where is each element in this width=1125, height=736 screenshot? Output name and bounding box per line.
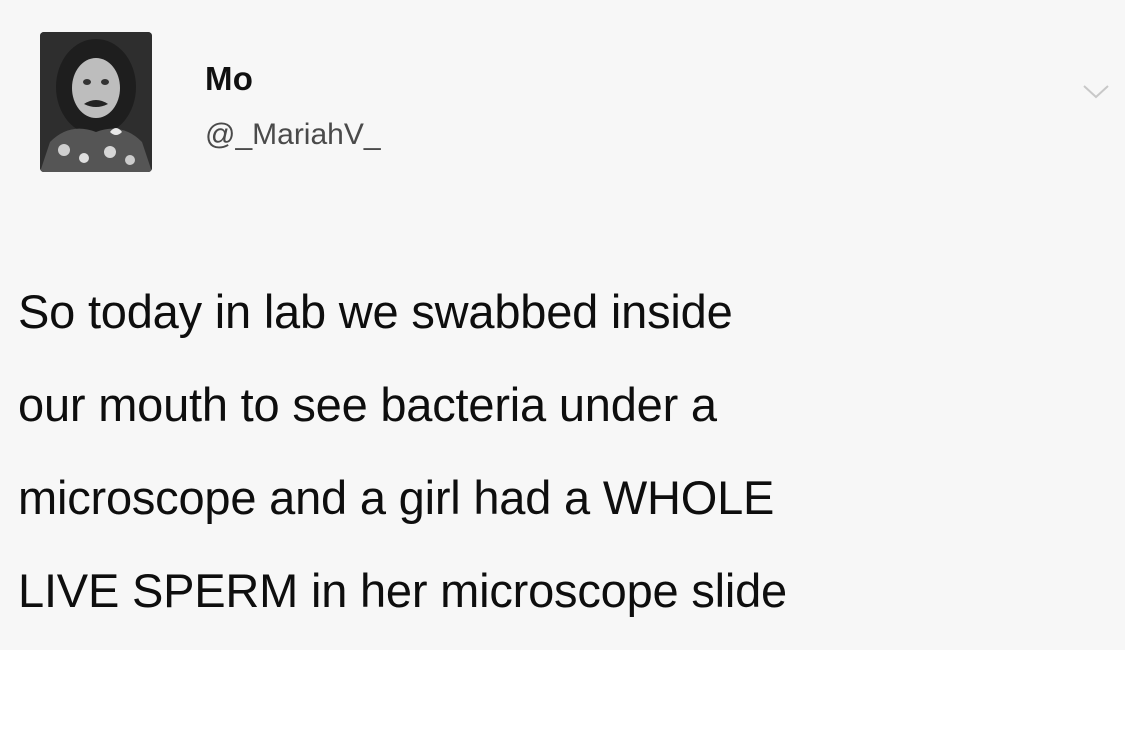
profile-photo-icon — [40, 32, 152, 172]
tweet-text-line: microscope and a girl had a WHOLE — [18, 471, 775, 524]
tweet-card: Mo @_MariahV_ So today in lab we swabbed… — [0, 0, 1125, 650]
chevron-down-icon[interactable] — [1081, 82, 1111, 102]
tweet-text-line: So today in lab we swabbed inside — [18, 285, 733, 338]
user-handle[interactable]: @_MariahV_ — [205, 118, 381, 152]
tweet-text-line: LIVE SPERM in her microscope slide — [18, 564, 787, 617]
avatar[interactable] — [40, 32, 152, 172]
tweet-text-line: our mouth to see bacteria under a — [18, 378, 717, 431]
display-name[interactable]: Mo — [205, 60, 253, 98]
tweet-text: So today in lab we swabbed inside our mo… — [18, 265, 1108, 637]
